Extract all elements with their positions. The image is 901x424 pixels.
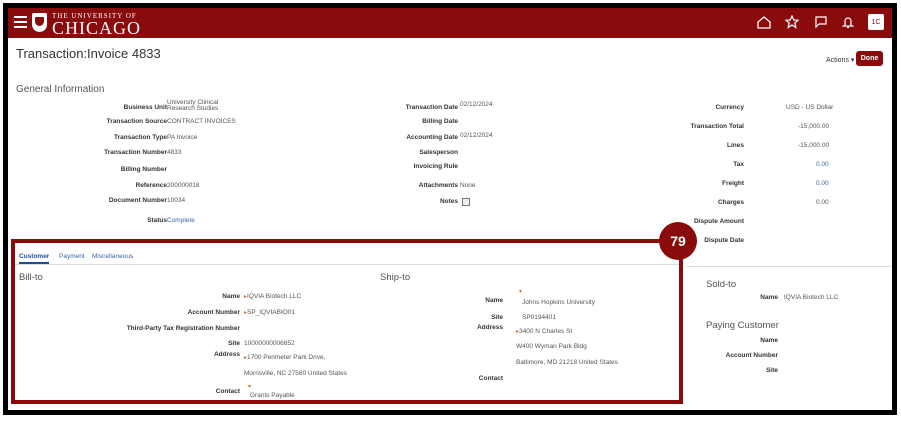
- account-number-label: Account Number: [187, 309, 240, 316]
- document-number-value: 10034: [167, 197, 186, 204]
- bill-to-address-label: Address: [213, 351, 240, 358]
- account-number-value: ▸SP_IQVIABIO01: [244, 309, 295, 317]
- transaction-source-label: Transaction Source: [106, 118, 167, 125]
- bill-to-address-line1: ▸1700 Perimeter Park Drive,: [244, 354, 325, 362]
- paying-customer-heading: Paying Customer: [706, 320, 779, 331]
- account-number-text: SP_IQVIABIO01: [247, 309, 296, 316]
- currency-label: Currency: [715, 104, 744, 111]
- transaction-total-value: -15,000.00: [798, 123, 830, 130]
- general-information-heading: General Information: [16, 84, 105, 95]
- ship-to-address-text: 3400 N Charles St: [519, 328, 573, 335]
- flag-icon[interactable]: [812, 14, 828, 30]
- actions-menu-button[interactable]: Actions ▾: [826, 56, 854, 64]
- tax-registration-label: Third-Party Tax Registration Number: [126, 325, 240, 332]
- document-number-label: Document Number: [108, 197, 167, 204]
- tax-label: Tax: [733, 161, 744, 168]
- star-icon[interactable]: [784, 14, 800, 30]
- bill-to-heading: Bill-to: [19, 272, 43, 283]
- user-avatar[interactable]: 1C: [868, 14, 884, 30]
- accounting-date-label: Accounting Date: [406, 134, 458, 141]
- paying-site-label: Site: [766, 367, 778, 374]
- university-shield-logo: [32, 13, 47, 32]
- ship-to-address-line1: ▸3400 N Charles St: [516, 328, 572, 336]
- top-navigation-bar: THE UNIVERSITY OF CHICAGO 1C: [8, 8, 892, 38]
- currency-value: USD - US Dollar: [786, 104, 834, 111]
- ship-to-address-line3: Baltimore, MD 21218 United States: [516, 359, 618, 366]
- ship-to-name-label: Name: [485, 297, 503, 304]
- lines-value: -15,000.00: [798, 142, 830, 149]
- bill-to-address-line2: Morrisville, NC 27560 United States: [244, 370, 347, 377]
- notes-label: Notes: [439, 198, 458, 205]
- bill-to-address-text: 1700 Perimeter Park Drive,: [247, 354, 326, 361]
- transaction-source-value: CONTRACT INVOICES: [167, 118, 236, 125]
- ship-to-flag-icon: ▾: [519, 289, 523, 295]
- sold-to-name-label: Name: [760, 294, 778, 301]
- bill-to-contact-value: Grants Payable: [250, 392, 295, 399]
- transaction-total-label: Transaction Total: [690, 123, 744, 130]
- ship-to-site-label: Site: [491, 314, 503, 321]
- bill-to-site-value: 10000000006852: [244, 340, 295, 347]
- home-icon[interactable]: [756, 14, 772, 30]
- app-screen: THE UNIVERSITY OF CHICAGO 1C Transaction…: [8, 8, 892, 410]
- ship-to-address-label: Address: [476, 324, 503, 331]
- sold-to-heading: Sold-to: [706, 279, 737, 290]
- notes-icon[interactable]: [462, 198, 470, 206]
- business-unit-label: Business Unit: [123, 104, 167, 111]
- charges-value: 0.00: [816, 199, 829, 206]
- status-value[interactable]: Complete: [167, 217, 195, 224]
- ship-to-contact-label: Contact: [478, 375, 503, 382]
- sold-to-name-value: IQVIA Biotech LLC: [784, 294, 839, 301]
- dispute-date-label: Dispute Date: [704, 237, 744, 244]
- tab-customer[interactable]: Customer: [19, 253, 50, 264]
- reference-value: 200000018: [167, 182, 200, 189]
- freight-value[interactable]: 0.00: [816, 180, 829, 187]
- charges-label: Charges: [717, 199, 744, 206]
- tab-divider: [15, 264, 679, 265]
- accounting-date-value: 02/12/2024: [460, 132, 493, 139]
- page-title: Transaction:Invoice 4833: [16, 46, 161, 61]
- salesperson-label: Salesperson: [419, 149, 458, 156]
- step-badge: 79: [659, 222, 697, 260]
- brand-name[interactable]: CHICAGO: [52, 18, 141, 39]
- paying-account-label: Account Number: [725, 352, 778, 359]
- invoicing-rule-label: Invoicing Rule: [413, 163, 458, 170]
- ship-to-address-line2: W400 Wyman Park Bldg: [516, 343, 587, 350]
- reference-label: Reference: [135, 182, 167, 189]
- right-panel-divider: [686, 266, 892, 267]
- contact-flag-icon: ▾: [248, 384, 252, 390]
- menu-icon[interactable]: [14, 16, 27, 28]
- bell-icon[interactable]: [840, 14, 856, 30]
- screenshot-frame: THE UNIVERSITY OF CHICAGO 1C Transaction…: [3, 3, 897, 415]
- status-label: Status: [147, 217, 167, 224]
- transaction-number-label: Transaction Number: [104, 149, 167, 156]
- tax-value[interactable]: 0.00: [816, 161, 829, 168]
- ship-to-site-value: SP0194401: [522, 314, 556, 321]
- business-unit-value-line2: Research Studies: [167, 105, 219, 112]
- bill-to-name-label: Name: [222, 293, 240, 300]
- bill-to-name-value: ▸IQVIA Biotech LLC: [244, 293, 301, 301]
- transaction-type-value: PA Invoice: [167, 134, 198, 141]
- ship-to-name-value: Johns Hopkins University: [522, 299, 595, 306]
- attachments-label: Attachments: [418, 182, 458, 189]
- transaction-date-label: Transaction Date: [405, 104, 458, 111]
- tab-payment[interactable]: Payment: [59, 253, 85, 260]
- paying-name-label: Name: [760, 337, 778, 344]
- transaction-date-value: 02/12/2024: [460, 101, 493, 108]
- attachments-value[interactable]: None: [460, 182, 476, 189]
- transaction-number-value: 4833: [167, 149, 182, 156]
- top-icons: 1C: [756, 14, 884, 30]
- ship-to-heading: Ship-to: [380, 272, 411, 283]
- lines-label: Lines: [727, 142, 744, 149]
- bill-to-site-label: Site: [228, 340, 240, 347]
- transaction-type-label: Transaction Type: [114, 134, 167, 141]
- billing-date-label: Billing Date: [422, 118, 458, 125]
- done-button[interactable]: Done: [856, 51, 883, 66]
- billing-number-label: Billing Number: [120, 166, 167, 173]
- bill-to-contact-label: Contact: [215, 388, 240, 395]
- freight-label: Freight: [721, 180, 744, 187]
- bill-to-name-text: IQVIA Biotech LLC: [247, 293, 302, 300]
- dispute-amount-label: Dispute Amount: [694, 218, 744, 225]
- tab-miscellaneous[interactable]: Miscellaneous: [92, 253, 133, 260]
